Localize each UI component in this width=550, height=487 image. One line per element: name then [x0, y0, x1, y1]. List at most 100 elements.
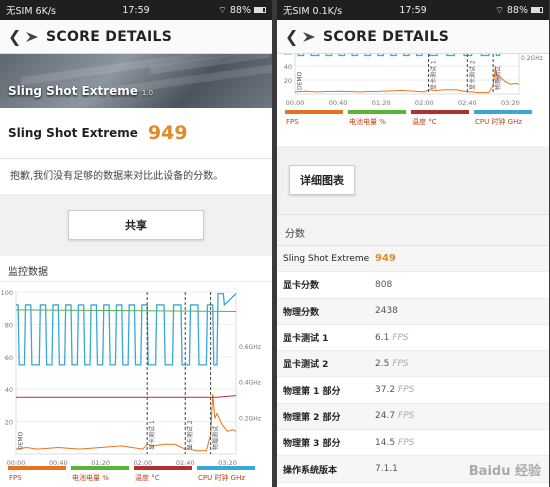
- scores-section-title: 分数: [277, 214, 549, 246]
- legend-swatch: [474, 110, 532, 114]
- x-tick-label: 02:00: [134, 459, 153, 467]
- legend-swatch: [8, 466, 66, 470]
- x-tick-label: 00:40: [49, 459, 68, 467]
- 3dmark-logo-icon: [26, 31, 38, 42]
- battery-icon: [254, 7, 267, 13]
- back-arrow-icon[interactable]: ❮: [8, 27, 26, 46]
- legend-label: FPS: [286, 118, 299, 126]
- x-tick-label: 01:20: [372, 99, 391, 107]
- y-tick-label: 40: [5, 386, 13, 394]
- score-table: Sling Shot Extreme 949 显卡分数 808 物理分数 2438 显卡测试…: [277, 246, 549, 487]
- legend-swatch: [285, 110, 343, 114]
- y2-tick-label: 0.2GHz: [521, 55, 543, 62]
- row-label: 物理第 1 部分: [283, 386, 341, 397]
- app-bar: ❮ SCORE DETAILS: [277, 20, 549, 54]
- table-row: 物理第 3 部分 14.5 FPS: [277, 430, 549, 457]
- wifi-icon: ⌔: [494, 4, 504, 16]
- 3dmark-logo-icon: [303, 31, 315, 42]
- table-row: 物理第 1 部分 37.2 FPS: [277, 377, 549, 404]
- legend-label: 电池电量 %: [72, 473, 109, 482]
- legend-swatch: [411, 110, 469, 114]
- x-tick-label: 00:40: [329, 99, 348, 107]
- y-tick-label: 100: [1, 289, 13, 297]
- clock-text: 17:59: [122, 4, 150, 16]
- legend-label: FPS: [9, 474, 22, 482]
- legend-swatch: [71, 466, 129, 470]
- x-tick-label: 02:40: [458, 99, 477, 107]
- test-marker-label: 显卡测试 2: [468, 60, 476, 90]
- monitoring-chart-scrolled: 2040608010000:0000:4001:2002:0002:4003:2…: [277, 21, 549, 146]
- score-name: Sling Shot Extreme: [8, 126, 138, 140]
- battery-icon: [531, 7, 544, 13]
- x-tick-label: 03:20: [218, 459, 237, 467]
- app-bar: ❮ SCORE DETAILS: [0, 20, 272, 54]
- legend-swatch: [134, 466, 192, 470]
- x-tick-label: 00:00: [7, 459, 26, 467]
- test-marker-label: 显卡测试 1: [430, 60, 438, 90]
- table-row: 显卡分数 808: [277, 272, 549, 299]
- table-row: 物理分数 2438: [277, 298, 549, 325]
- demo-label: DEMO: [17, 431, 24, 450]
- y-tick-label: 60: [284, 54, 292, 57]
- row-value: 14.5: [375, 437, 396, 448]
- benchmark-banner: Sling Shot Extreme 1.0: [0, 54, 272, 108]
- status-bar: 无SIM 6K/s 17:59 ⌔ 88%: [0, 0, 272, 20]
- row-label: 物理分数: [283, 307, 320, 318]
- monitoring-chart-svg: 20 40 60 80 100 0.2GHz 0.4GHz 0.6GHz 00:00 00:40 0…: [1, 289, 261, 482]
- row-unit: FPS: [392, 358, 409, 369]
- legend-swatch: [197, 466, 255, 470]
- row-value: 2438: [375, 306, 398, 317]
- wifi-icon: ⌔: [217, 4, 227, 16]
- row-label: 显卡分数: [283, 281, 320, 292]
- x-tick-label: 01:20: [91, 459, 110, 467]
- row-unit: FPS: [398, 437, 415, 448]
- status-bar: 无SIM 0.1K/s 17:59 ⌔ 88%: [277, 0, 549, 20]
- y2-tick-label: 0.4GHz: [239, 380, 261, 387]
- row-label: 物理第 2 部分: [283, 412, 341, 423]
- test-marker-label: 显卡测试 2: [186, 420, 194, 450]
- clock-text: 17:59: [399, 4, 427, 16]
- row-value: 24.7: [375, 411, 396, 422]
- row-value: 37.2: [375, 385, 396, 396]
- legend-label: CPU 时钟 GHz: [475, 117, 522, 126]
- row-value: 2.5: [375, 358, 390, 369]
- battery-text: 88%: [506, 4, 529, 16]
- left-screen: 无SIM 6K/s 17:59 ⌔ 88% ❮ SCORE DETAILS Sl…: [0, 0, 272, 487]
- banner-version: 1.0: [141, 89, 154, 97]
- score-summary: Sling Shot Extreme 949: [0, 108, 272, 158]
- row-unit: FPS: [398, 385, 415, 396]
- table-row: 物理第 2 部分 24.7 FPS: [277, 403, 549, 431]
- y-tick-label: 80: [5, 321, 13, 329]
- score-value: 949: [147, 122, 188, 144]
- row-label: Sling Shot Extreme: [283, 253, 370, 264]
- row-value: 949: [375, 253, 396, 265]
- plot-area: [15, 291, 237, 455]
- table-row: Sling Shot Extreme 949: [277, 246, 549, 273]
- legend-label: 电池电量 %: [349, 117, 386, 126]
- y-tick-label: 40: [284, 63, 292, 71]
- y2-tick-label: 0.6GHz: [239, 344, 261, 351]
- row-value: 6.1: [375, 332, 390, 343]
- test-marker-label: 物理测试: [212, 426, 220, 450]
- x-tick-label: 03:20: [501, 99, 520, 107]
- battery-text: 88%: [229, 4, 252, 16]
- page-title: SCORE DETAILS: [323, 28, 450, 45]
- x-tick-label: 02:00: [415, 99, 434, 107]
- row-unit: FPS: [398, 411, 415, 422]
- carrier-text: 无SIM 0.1K/s: [283, 6, 343, 17]
- row-label: 显卡测试 2: [283, 360, 329, 371]
- detailed-chart-button[interactable]: 详细图表: [289, 165, 355, 195]
- page-title: SCORE DETAILS: [46, 28, 173, 45]
- table-row: 显卡测试 1 6.1 FPS: [277, 324, 549, 352]
- x-tick-label: 02:40: [176, 459, 195, 467]
- y-tick-label: 20: [284, 77, 292, 85]
- y-tick-label: 20: [5, 419, 13, 427]
- row-value: 808: [375, 279, 393, 290]
- test-marker-label: 物理测试: [494, 66, 502, 90]
- table-row: 日期7月 11 2017 17:56: [277, 482, 549, 487]
- watermark: Baidu 经验: [468, 464, 541, 479]
- legend-label: 温度 °C: [135, 473, 160, 482]
- back-arrow-icon[interactable]: ❮: [285, 27, 303, 46]
- share-button[interactable]: 共享: [68, 210, 204, 240]
- carrier-text: 无SIM 6K/s: [6, 6, 56, 17]
